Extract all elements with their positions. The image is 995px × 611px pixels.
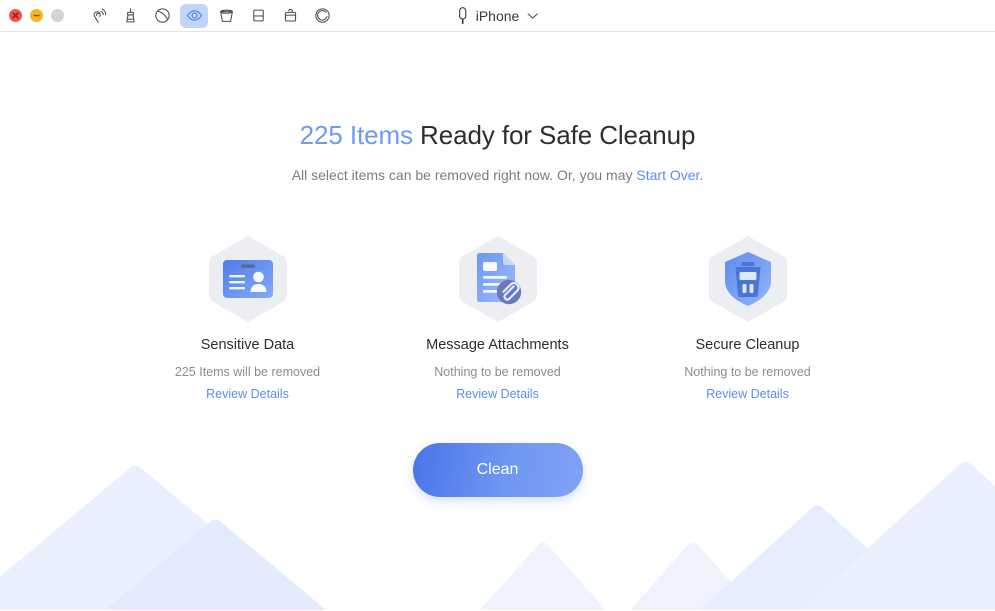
review-details-link-message-attachments[interactable]: Review Details bbox=[456, 387, 539, 401]
review-details-link-secure-cleanup[interactable]: Review Details bbox=[706, 387, 789, 401]
cleanup-icon bbox=[125, 8, 135, 23]
close-icon bbox=[12, 12, 19, 19]
minimize-icon bbox=[33, 14, 40, 17]
category-status: Nothing to be removed bbox=[434, 365, 561, 379]
item-count: 225 Items bbox=[299, 120, 413, 150]
category-message-attachments: Message Attachments Nothing to be remove… bbox=[373, 233, 623, 401]
content-column: 225 Items Ready for Safe Cleanup All sel… bbox=[0, 32, 995, 497]
chevron-down-icon bbox=[527, 12, 538, 19]
airdrop-icon bbox=[93, 8, 106, 23]
category-list: Sensitive Data 225 Items will be removed… bbox=[0, 233, 995, 401]
category-status: 225 Items will be removed bbox=[174, 365, 321, 379]
document-attachment-icon bbox=[473, 252, 523, 306]
category-secure-cleanup: Secure Cleanup Nothing to be removed Rev… bbox=[623, 233, 873, 401]
storage-icon bbox=[252, 9, 264, 22]
category-title: Message Attachments bbox=[426, 337, 569, 353]
title-bar: iPhone bbox=[0, 0, 995, 32]
toolbar-item-refresh[interactable] bbox=[308, 4, 336, 28]
subtitle-after: . bbox=[699, 167, 704, 183]
page-subtitle: All select items can be removed right no… bbox=[0, 167, 995, 183]
lightning-connector-icon bbox=[458, 6, 466, 24]
device-selector[interactable]: iPhone bbox=[457, 6, 539, 25]
shield-trash-icon bbox=[722, 251, 774, 307]
toolbar-item-airdrop[interactable] bbox=[84, 4, 112, 28]
toolbar-item-storage[interactable] bbox=[244, 4, 272, 28]
subtitle-before: All select items can be removed right no… bbox=[291, 167, 637, 183]
toolbar-item-privacy[interactable] bbox=[180, 3, 208, 28]
toolbar-item-trash[interactable] bbox=[212, 4, 240, 28]
device-name: iPhone bbox=[475, 7, 520, 24]
window-controls bbox=[0, 9, 64, 22]
eraser-icon bbox=[154, 8, 170, 23]
category-icon-wrap bbox=[703, 233, 793, 325]
privacy-eye-icon bbox=[186, 10, 202, 21]
category-icon-wrap bbox=[203, 233, 293, 325]
toolbar-item-toolkit[interactable] bbox=[276, 4, 304, 28]
maximize-button[interactable] bbox=[51, 9, 64, 22]
toolbar-item-eraser[interactable] bbox=[148, 4, 176, 28]
clean-button-wrap: Clean bbox=[0, 443, 995, 497]
review-details-link-sensitive-data[interactable]: Review Details bbox=[206, 387, 289, 401]
minimize-button[interactable] bbox=[30, 9, 43, 22]
category-status: Nothing to be removed bbox=[684, 365, 811, 379]
page-title: 225 Items Ready for Safe Cleanup bbox=[0, 120, 995, 151]
category-icon-wrap bbox=[453, 233, 543, 325]
category-sensitive-data: Sensitive Data 225 Items will be removed… bbox=[123, 233, 373, 401]
headline-rest: Ready for Safe Cleanup bbox=[412, 120, 696, 150]
category-title: Secure Cleanup bbox=[695, 337, 800, 353]
main-content: 225 Items Ready for Safe Cleanup All sel… bbox=[0, 32, 995, 610]
category-title: Sensitive Data bbox=[200, 337, 295, 353]
trash-icon bbox=[219, 9, 233, 22]
close-button[interactable] bbox=[9, 9, 22, 22]
start-over-link[interactable]: Start Over bbox=[636, 167, 699, 183]
toolkit-icon bbox=[284, 8, 296, 22]
toolbar-item-cleanup[interactable] bbox=[116, 4, 144, 28]
id-card-icon bbox=[222, 259, 274, 299]
clean-button[interactable]: Clean bbox=[412, 443, 583, 497]
app-toolbar bbox=[84, 3, 336, 28]
refresh-icon bbox=[314, 8, 330, 23]
